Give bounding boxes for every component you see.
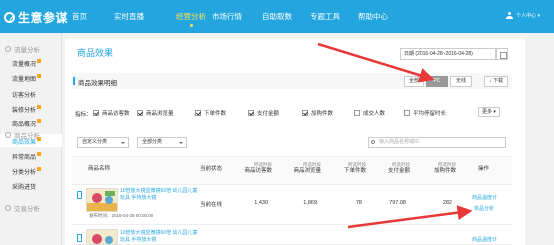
arrow-to-pc (317, 42, 435, 83)
app-root: 生意参谋 首页 实时直播 经营分析 市场行情 自助取数 专题工具 帮助中心 个人… (0, 0, 554, 245)
arrow-to-analysis (347, 205, 473, 229)
annotation-arrows (317, 42, 473, 229)
